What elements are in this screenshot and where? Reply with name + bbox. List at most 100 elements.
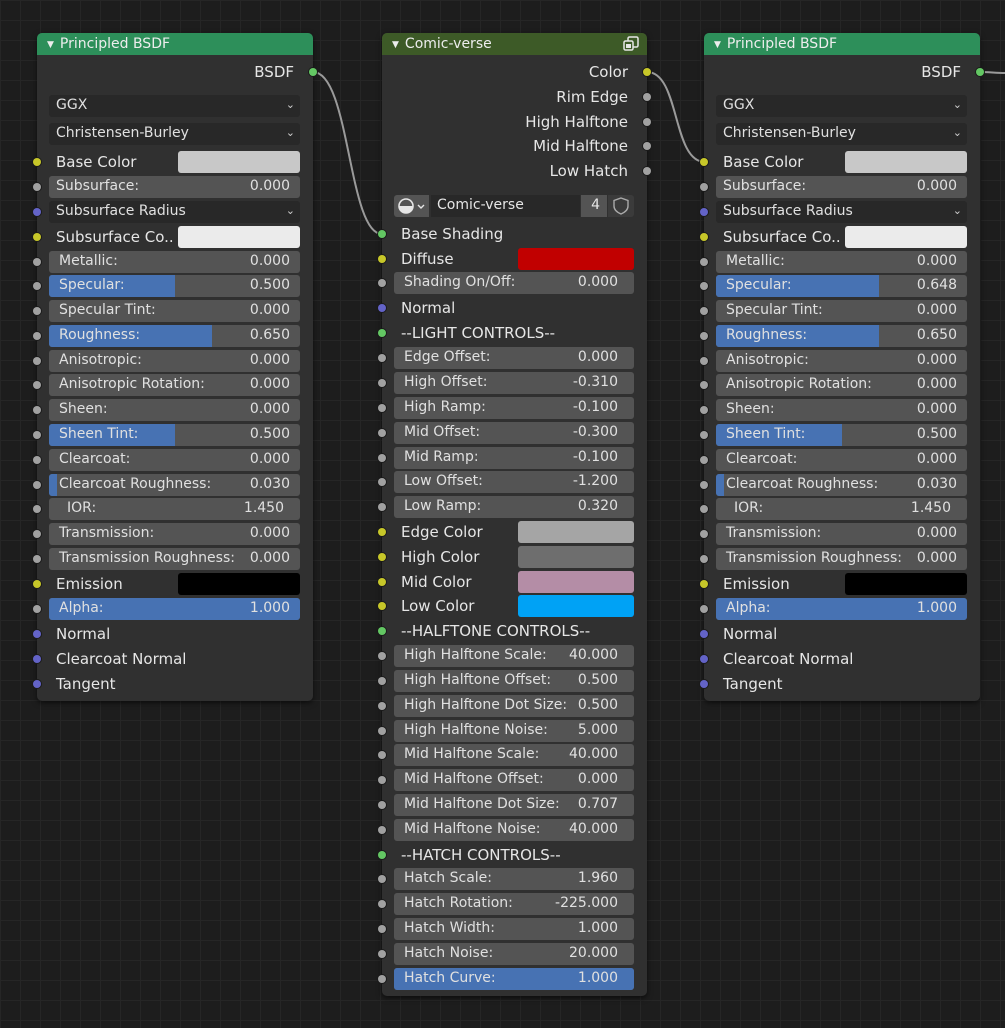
- bsdf-output-socket[interactable]: [976, 68, 984, 76]
- sheen-slider[interactable]: Sheen: 0.000: [49, 399, 300, 421]
- tangent-socket[interactable]: [33, 680, 41, 688]
- base-color-swatch[interactable]: [178, 151, 300, 173]
- transmission-roughness-socket[interactable]: [700, 555, 708, 563]
- subsurface-radius-socket[interactable]: [33, 208, 41, 216]
- emission-socket[interactable]: [700, 580, 708, 588]
- aniso-rotation-socket[interactable]: [33, 381, 41, 389]
- hh-scale-socket[interactable]: [378, 652, 386, 660]
- sheen-tint-slider[interactable]: Sheen Tint: 0.500: [716, 424, 967, 446]
- subsurface-method-dropdown[interactable]: Christensen-Burley ⌄: [716, 123, 967, 145]
- subsurface-radius-dropdown[interactable]: Subsurface Radius ⌄: [716, 201, 967, 223]
- base-color-socket[interactable]: [33, 158, 41, 166]
- emission-swatch[interactable]: [178, 573, 300, 595]
- sheen-socket[interactable]: [33, 406, 41, 414]
- anisotropic-slider[interactable]: Anisotropic: 0.000: [49, 350, 300, 372]
- hatch-curve-socket[interactable]: [378, 975, 386, 983]
- metallic-socket[interactable]: [700, 258, 708, 266]
- hh-noise-socket[interactable]: [378, 727, 386, 735]
- mid-halftone-offset-field[interactable]: Mid Halftone Offset: 0.000: [394, 769, 634, 791]
- roughness-socket[interactable]: [700, 332, 708, 340]
- roughness-slider[interactable]: Roughness: 0.650: [49, 325, 300, 347]
- high-offset-field[interactable]: High Offset: -0.310: [394, 372, 634, 394]
- high-color-swatch[interactable]: [518, 546, 634, 568]
- user-count-button[interactable]: 4: [581, 195, 607, 217]
- high-color-socket[interactable]: [378, 553, 386, 561]
- hatch-scale-field[interactable]: Hatch Scale: 1.960: [394, 868, 634, 890]
- subsurface-radius-dropdown[interactable]: Subsurface Radius ⌄: [49, 201, 300, 223]
- shading-onoff-field[interactable]: Shading On/Off: 0.000: [394, 272, 634, 294]
- specular-tint-slider[interactable]: Specular Tint: 0.000: [716, 300, 967, 322]
- subsurface-color-swatch[interactable]: [178, 226, 300, 248]
- subsurface-color-socket[interactable]: [33, 233, 41, 241]
- specular-slider[interactable]: Specular: 0.500: [49, 275, 300, 297]
- low-ramp-field[interactable]: Low Ramp: 0.320: [394, 496, 634, 518]
- alpha-slider[interactable]: Alpha: 1.000: [49, 598, 300, 620]
- datablock-name-field[interactable]: Comic-verse: [431, 195, 580, 217]
- clearcoat-slider[interactable]: Clearcoat: 0.000: [716, 449, 967, 471]
- anisotropic-socket[interactable]: [700, 357, 708, 365]
- subsurface-socket[interactable]: [33, 183, 41, 191]
- metallic-socket[interactable]: [33, 258, 41, 266]
- clearcoat-roughness-socket[interactable]: [33, 481, 41, 489]
- sheen-tint-slider[interactable]: Sheen Tint: 0.500: [49, 424, 300, 446]
- sheen-socket[interactable]: [700, 406, 708, 414]
- link-color-to-base-color[interactable]: [646, 71, 706, 163]
- hatch-noise-field[interactable]: Hatch Noise: 20.000: [394, 943, 634, 965]
- specular-tint-socket[interactable]: [700, 307, 708, 315]
- aniso-rotation-slider[interactable]: Anisotropic Rotation: 0.000: [716, 374, 967, 396]
- clearcoat-roughness-socket[interactable]: [700, 481, 708, 489]
- mh-scale-socket[interactable]: [378, 751, 386, 759]
- hatch-scale-socket[interactable]: [378, 875, 386, 883]
- specular-socket[interactable]: [700, 282, 708, 290]
- edge-color-swatch[interactable]: [518, 521, 634, 543]
- transmission-socket[interactable]: [700, 530, 708, 538]
- low-color-socket[interactable]: [378, 602, 386, 610]
- normal-socket[interactable]: [378, 304, 386, 312]
- node-header[interactable]: ▼ Principled BSDF: [704, 33, 980, 55]
- anisotropic-slider[interactable]: Anisotropic: 0.000: [716, 350, 967, 372]
- mid-halftone-noise-field[interactable]: Mid Halftone Noise: 40.000: [394, 819, 634, 841]
- high-halftone-offset-field[interactable]: High Halftone Offset: 0.500: [394, 670, 634, 692]
- collapse-triangle-icon[interactable]: ▼: [47, 40, 54, 50]
- clearcoat-slider[interactable]: Clearcoat: 0.000: [49, 449, 300, 471]
- specular-tint-slider[interactable]: Specular Tint: 0.000: [49, 300, 300, 322]
- comic-verse-group-node[interactable]: ▼ Comic-verse Color Rim Edge High Halfton…: [378, 33, 651, 996]
- aniso-rotation-socket[interactable]: [700, 381, 708, 389]
- color-output-socket[interactable]: [643, 68, 651, 76]
- tangent-socket[interactable]: [700, 680, 708, 688]
- transmission-roughness-socket[interactable]: [33, 555, 41, 563]
- high-halftone-dot-size-field[interactable]: High Halftone Dot Size: 0.500: [394, 695, 634, 717]
- ior-socket[interactable]: [700, 505, 708, 513]
- sheen-tint-socket[interactable]: [700, 431, 708, 439]
- edge-color-socket[interactable]: [378, 528, 386, 536]
- clearcoat-normal-socket[interactable]: [700, 655, 708, 663]
- bsdf-output-socket[interactable]: [309, 68, 317, 76]
- transmission-slider[interactable]: Transmission: 0.000: [716, 523, 967, 545]
- fake-user-button[interactable]: [608, 195, 634, 217]
- roughness-socket[interactable]: [33, 332, 41, 340]
- hatch-width-field[interactable]: Hatch Width: 1.000: [394, 918, 634, 940]
- high-halftone-noise-field[interactable]: High Halftone Noise: 5.000: [394, 720, 634, 742]
- specular-tint-socket[interactable]: [33, 307, 41, 315]
- hatch-rotation-socket[interactable]: [378, 900, 386, 908]
- node-group-icon[interactable]: [623, 36, 639, 51]
- mid-offset-field[interactable]: Mid Offset: -0.300: [394, 422, 634, 444]
- sheen-tint-socket[interactable]: [33, 431, 41, 439]
- node-header[interactable]: ▼ Comic-verse: [382, 33, 647, 55]
- mid-halftone-output-socket[interactable]: [643, 142, 651, 150]
- low-offset-field[interactable]: Low Offset: -1.200: [394, 471, 634, 493]
- subsurface-slider[interactable]: Subsurface: 0.000: [49, 176, 300, 198]
- clearcoat-socket[interactable]: [33, 456, 41, 464]
- node-header[interactable]: ▼ Principled BSDF: [37, 33, 313, 55]
- clearcoat-roughness-slider[interactable]: Clearcoat Roughness: 0.030: [716, 474, 967, 496]
- principled-bsdf-node-left[interactable]: ▼ Principled BSDF BSDF GGX ⌄ Christensen-B…: [33, 33, 317, 701]
- alpha-socket[interactable]: [700, 605, 708, 613]
- mid-ramp-field[interactable]: Mid Ramp: -0.100: [394, 447, 634, 469]
- distribution-dropdown[interactable]: GGX ⌄: [716, 95, 967, 117]
- diffuse-socket[interactable]: [378, 255, 386, 263]
- diffuse-swatch[interactable]: [518, 248, 634, 270]
- metallic-slider[interactable]: Metallic: 0.000: [49, 251, 300, 273]
- mh-noise-socket[interactable]: [378, 826, 386, 834]
- mid-halftone-dot-size-field[interactable]: Mid Halftone Dot Size: 0.707: [394, 794, 634, 816]
- metallic-slider[interactable]: Metallic: 0.000: [716, 251, 967, 273]
